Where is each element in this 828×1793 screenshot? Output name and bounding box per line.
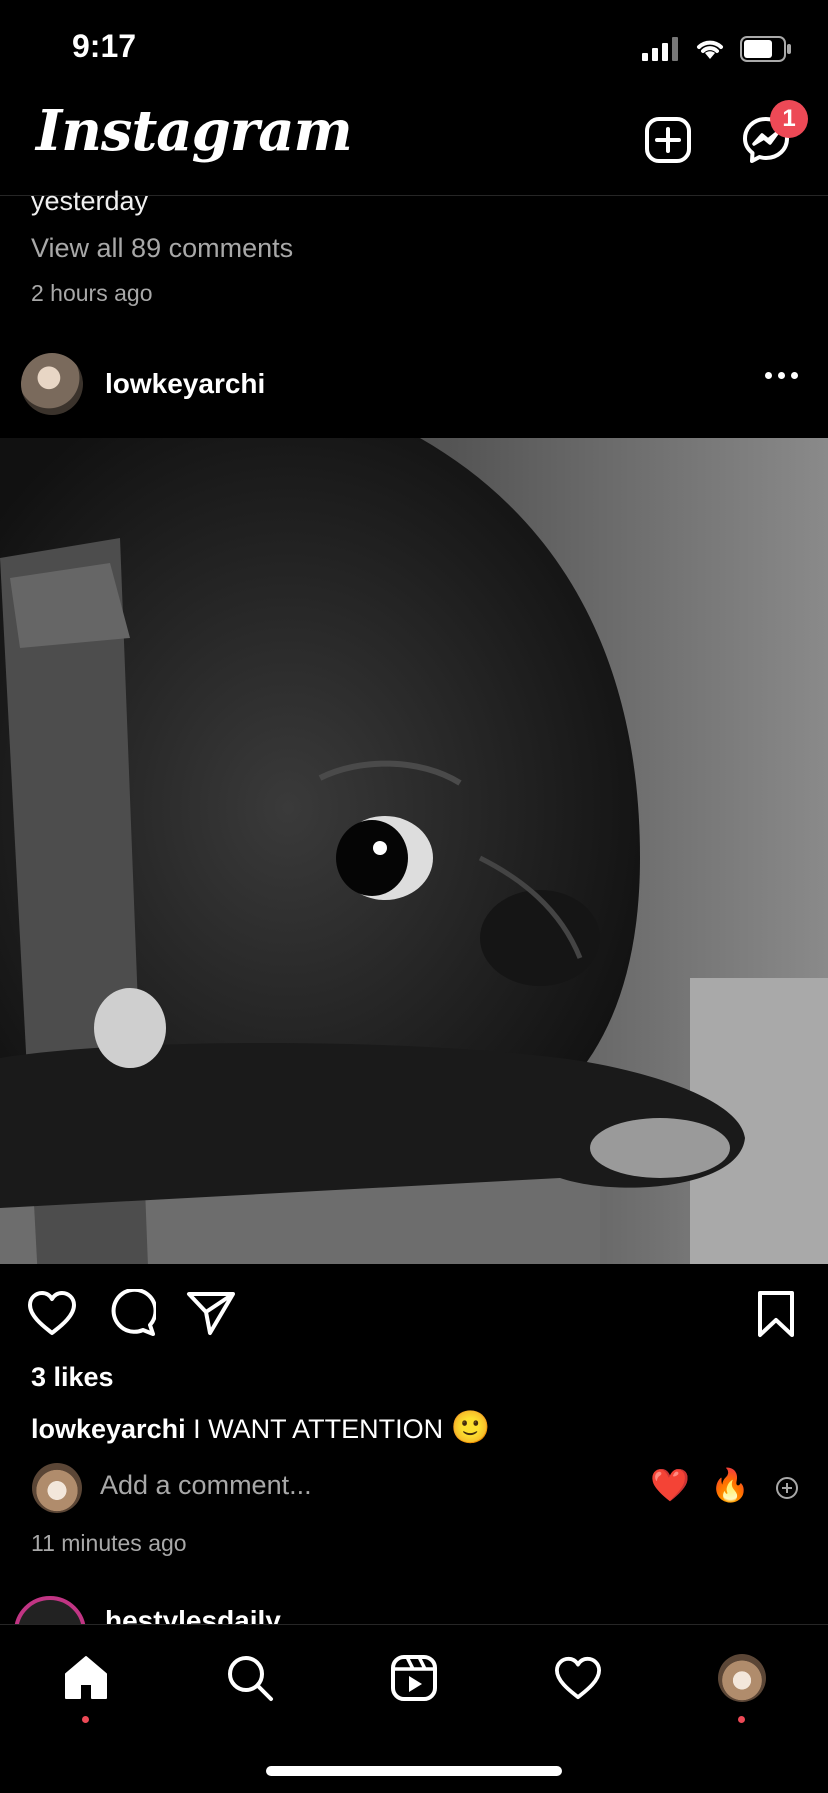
add-reaction-button[interactable]	[775, 1476, 799, 1505]
profile-avatar	[718, 1654, 766, 1702]
status-icons	[642, 36, 792, 62]
pug-photo	[0, 438, 828, 1264]
comment-icon	[111, 1287, 158, 1336]
view-all-comments-link[interactable]: View all 89 comments	[31, 233, 293, 264]
quick-reaction-fire[interactable]: 🔥	[710, 1466, 750, 1504]
caption-text: I WANT ATTENTION	[193, 1414, 444, 1444]
home-indicator	[266, 1766, 562, 1776]
wifi-icon	[697, 40, 723, 59]
tab-activity[interactable]	[548, 1648, 608, 1708]
likes-count[interactable]: 3 likes	[31, 1362, 114, 1393]
tab-profile[interactable]	[712, 1648, 772, 1708]
status-time: 9:17	[72, 28, 137, 64]
share-button[interactable]	[186, 1290, 236, 1341]
reels-icon	[391, 1655, 437, 1701]
post-caption: lowkeyarchi I WANT ATTENTION 🙂	[31, 1408, 490, 1446]
bookmark-icon	[758, 1291, 794, 1337]
comment-button[interactable]	[108, 1287, 158, 1342]
new-post-icon	[645, 117, 691, 163]
share-icon	[187, 1292, 235, 1335]
profile-tab-indicator	[738, 1716, 745, 1723]
post-author-avatar[interactable]	[21, 353, 83, 415]
add-reaction-icon	[776, 1477, 798, 1499]
home-icon	[65, 1656, 107, 1699]
cellular-icon	[642, 37, 678, 61]
heart-icon	[28, 1291, 76, 1335]
post-timestamp: 11 minutes ago	[31, 1530, 187, 1556]
activity-icon	[555, 1656, 601, 1700]
more-icon-dot	[778, 372, 785, 379]
quick-reaction-heart[interactable]: ❤️	[650, 1466, 690, 1504]
current-user-avatar	[32, 1463, 82, 1513]
tab-reels[interactable]	[384, 1648, 444, 1708]
previous-comment-fragment: yesterday	[31, 186, 149, 216]
more-icon-dot	[791, 372, 798, 379]
post-author-username[interactable]: lowkeyarchi	[105, 368, 265, 400]
battery-icon	[740, 36, 791, 62]
search-icon	[228, 1656, 273, 1701]
like-button[interactable]	[26, 1289, 78, 1342]
previous-post-timestamp: 2 hours ago	[31, 280, 153, 306]
more-icon	[765, 372, 772, 379]
post-image[interactable]	[0, 438, 828, 1264]
save-button[interactable]	[756, 1290, 796, 1343]
home-tab-indicator	[82, 1716, 89, 1723]
caption-emoji: 🙂	[450, 1409, 491, 1445]
tab-search[interactable]	[220, 1648, 280, 1708]
more-options-button[interactable]	[765, 372, 798, 379]
caption-username[interactable]: lowkeyarchi	[31, 1414, 186, 1444]
tab-home[interactable]	[56, 1648, 116, 1708]
messages-badge: 1	[770, 100, 808, 138]
instagram-logo[interactable]: Instagram	[36, 98, 353, 164]
new-post-button[interactable]	[640, 112, 696, 168]
add-comment-input[interactable]: Add a comment...	[100, 1470, 312, 1501]
